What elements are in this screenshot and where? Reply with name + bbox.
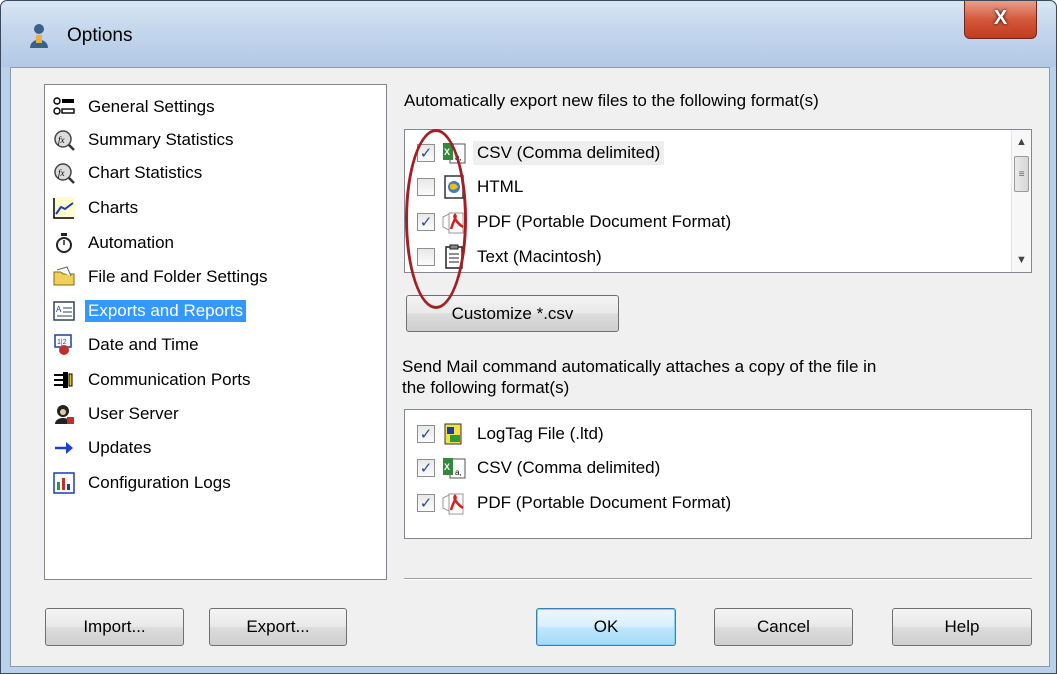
category-label: Configuration Logs [88, 473, 231, 492]
category-label: Automation [88, 233, 174, 252]
format-label: Text (Macintosh) [477, 247, 602, 266]
arrow-right-icon [53, 437, 75, 459]
category-configuration-logs[interactable]: Configuration Logs [53, 469, 234, 497]
category-label: General Settings [88, 97, 215, 116]
folder-icon [53, 266, 75, 288]
fx-magnifier-icon: fx [53, 129, 75, 151]
ok-button[interactable]: OK [536, 608, 676, 646]
stopwatch-icon [53, 232, 75, 254]
line-chart-icon [53, 197, 75, 219]
category-communication-ports[interactable]: Communication Ports [53, 366, 254, 394]
category-label: User Server [88, 404, 179, 423]
svg-text:fx: fx [58, 135, 65, 145]
export-list-scrollbar[interactable]: ▲ ≡ ▼ [1011, 130, 1031, 272]
user-server-icon [53, 403, 75, 425]
format-label: LogTag File (.ltd) [477, 424, 604, 443]
category-general-settings[interactable]: General Settings [53, 93, 218, 121]
scroll-thumb[interactable]: ≡ [1014, 156, 1029, 192]
report-icon: A [53, 300, 75, 322]
category-file-and-folder-settings[interactable]: File and Folder Settings [53, 263, 271, 291]
category-label: Exports and Reports [85, 300, 246, 322]
category-label: Updates [88, 438, 152, 457]
category-user-server[interactable]: User Server [53, 400, 182, 428]
annotation-oval [405, 129, 467, 309]
category-charts[interactable]: Charts [53, 194, 141, 222]
category-label: Charts [88, 198, 139, 217]
cancel-button[interactable]: Cancel [714, 608, 853, 646]
category-label: Communication Ports [88, 370, 251, 389]
close-button[interactable]: X [964, 1, 1037, 39]
options-window: Options X General Settings fx Summary St… [0, 0, 1057, 674]
category-label: File and Folder Settings [88, 267, 268, 286]
category-label: Chart Statistics [88, 163, 203, 182]
config-log-icon [53, 472, 75, 494]
export-section-label: Automatically export new files to the fo… [404, 91, 819, 110]
format-label: CSV (Comma delimited) [477, 458, 661, 477]
format-label: PDF (Portable Document Format) [477, 212, 732, 231]
format-label: HTML [477, 177, 524, 196]
format-label: CSV (Comma delimited) [473, 141, 665, 165]
csv-icon: Xa, [441, 455, 467, 481]
export-format-list[interactable]: ✓ Xa, CSV (Comma delimited) HTML ✓ PDF (… [404, 129, 1032, 273]
settings-list-icon [53, 96, 75, 118]
mail-section-label-line1: Send Mail command automatically attaches… [402, 357, 877, 376]
fx-magnifier-icon: fx [53, 162, 75, 184]
checkbox[interactable]: ✓ [417, 425, 435, 443]
separator-line [404, 578, 1032, 580]
format-label: PDF (Portable Document Format) [477, 493, 732, 512]
logtag-icon [441, 421, 467, 447]
category-label: Date and Time [88, 335, 199, 354]
category-automation[interactable]: Automation [53, 229, 177, 257]
mail-format-csv[interactable]: ✓ Xa, CSV (Comma delimited) [417, 453, 664, 483]
svg-text:fx: fx [58, 168, 65, 178]
checkbox[interactable]: ✓ [417, 494, 435, 512]
svg-text:A: A [56, 305, 62, 314]
checkbox[interactable]: ✓ [417, 459, 435, 477]
app-icon [30, 24, 48, 48]
category-chart-statistics[interactable]: fx Chart Statistics [53, 159, 205, 187]
category-summary-statistics[interactable]: fx Summary Statistics [53, 126, 236, 154]
mail-format-logtag[interactable]: ✓ LogTag File (.ltd) [417, 419, 608, 449]
category-exports-and-reports[interactable]: A Exports and Reports [53, 297, 246, 325]
ports-icon [53, 369, 75, 391]
mail-section-label-line2: the following format(s) [402, 378, 570, 397]
mail-format-list[interactable]: ✓ LogTag File (.ltd) ✓ Xa, CSV (Comma de… [404, 409, 1032, 539]
category-date-and-time[interactable]: 1|2 Date and Time [53, 331, 202, 359]
import-button[interactable]: Import... [45, 608, 184, 646]
category-list[interactable]: General Settings fx Summary Statistics f… [44, 84, 387, 580]
scroll-up-arrow-icon[interactable]: ▲ [1012, 132, 1031, 152]
category-label: Summary Statistics [88, 130, 234, 149]
mail-format-pdf[interactable]: ✓ PDF (Portable Document Format) [417, 488, 735, 518]
svg-text:a,: a, [455, 468, 462, 477]
pdf-icon [441, 490, 467, 516]
calendar-clock-icon: 1|2 [53, 334, 75, 356]
window-title: Options [67, 25, 133, 46]
svg-text:1|2: 1|2 [57, 339, 67, 346]
scroll-down-arrow-icon[interactable]: ▼ [1012, 250, 1031, 270]
title-bar[interactable]: Options X [1, 1, 1056, 67]
help-button[interactable]: Help [892, 608, 1032, 646]
svg-text:X: X [444, 462, 450, 472]
export-button[interactable]: Export... [209, 608, 347, 646]
category-updates[interactable]: Updates [53, 434, 154, 462]
